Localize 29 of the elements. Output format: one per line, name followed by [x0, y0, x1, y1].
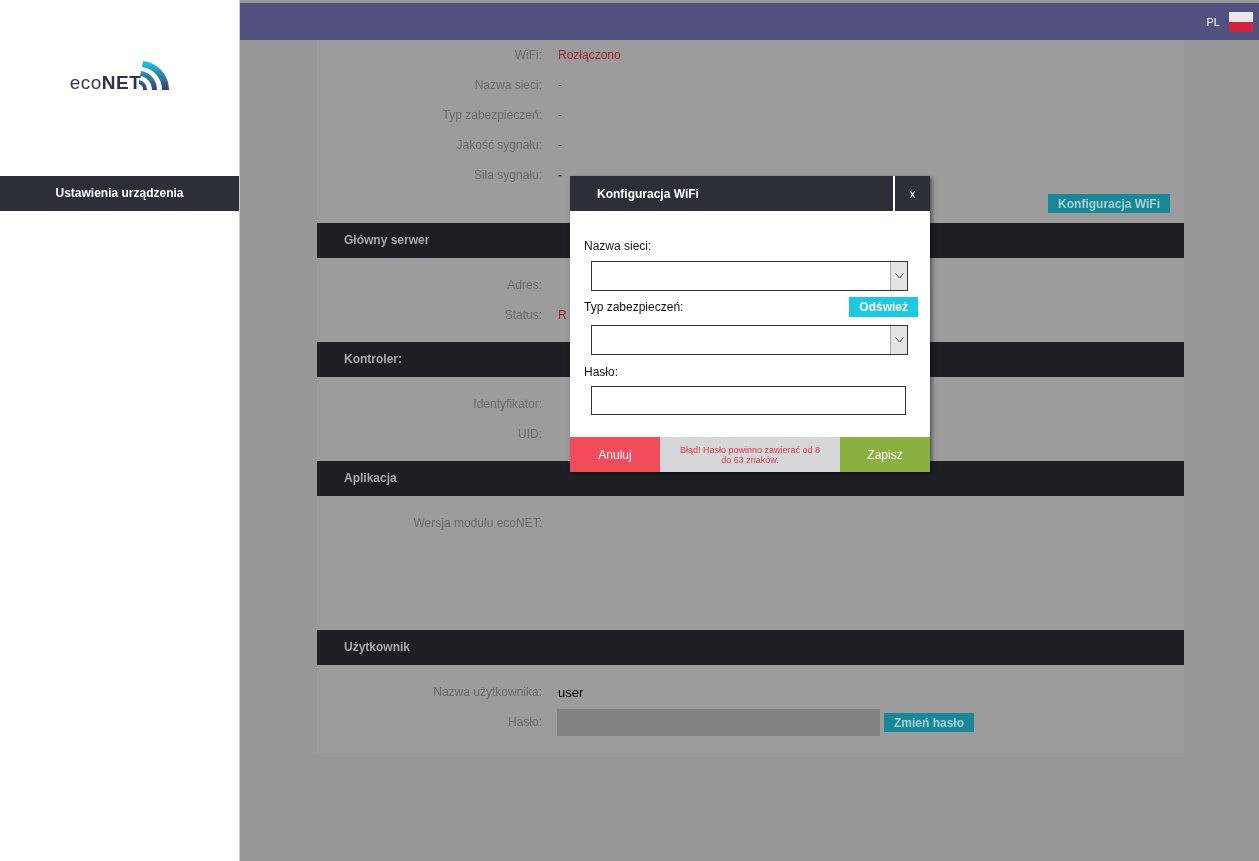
- field-value: -: [558, 168, 562, 182]
- chevron-down-icon: [894, 273, 904, 279]
- security-select[interactable]: [591, 325, 908, 355]
- field-label: Typ zabezpieczeń:: [584, 300, 684, 314]
- field-value: -: [558, 108, 562, 122]
- field-value: -: [558, 138, 562, 152]
- password-field[interactable]: [557, 708, 880, 736]
- logo-text: ecoNET: [69, 72, 142, 94]
- chevron-down-icon: [894, 337, 904, 343]
- change-password-button[interactable]: Zmień hasło: [884, 712, 974, 732]
- field-label: Nazwa sieci:: [584, 239, 653, 253]
- field-value: -: [558, 78, 562, 92]
- error-message: Błąd! Hasło powinno zawierać od 8 do 63 znaków.: [660, 437, 840, 472]
- cancel-button[interactable]: Anuluj: [570, 437, 660, 472]
- field-value: Rozłączono: [558, 48, 621, 62]
- network-select[interactable]: [591, 261, 908, 291]
- field-label: Hasło:: [584, 365, 619, 379]
- password-field[interactable]: [591, 386, 906, 415]
- field-value: R: [558, 308, 567, 322]
- field-value: user: [558, 684, 584, 700]
- section-header: Użytkownik: [317, 630, 1184, 665]
- wifi-config-button[interactable]: Konfiguracja WiFi: [1048, 194, 1170, 213]
- save-button[interactable]: Zapisz: [840, 437, 930, 472]
- sidebar-item[interactable]: Ustawienia urządzenia: [0, 176, 239, 211]
- wifi-waves-icon: [139, 60, 170, 90]
- language-label: PL: [1206, 15, 1220, 28]
- refresh-button[interactable]: Odśwież: [849, 297, 918, 317]
- poland-flag-icon[interactable]: [1229, 11, 1253, 32]
- dialog-title: Konfiguracja WiFi: [596, 186, 700, 201]
